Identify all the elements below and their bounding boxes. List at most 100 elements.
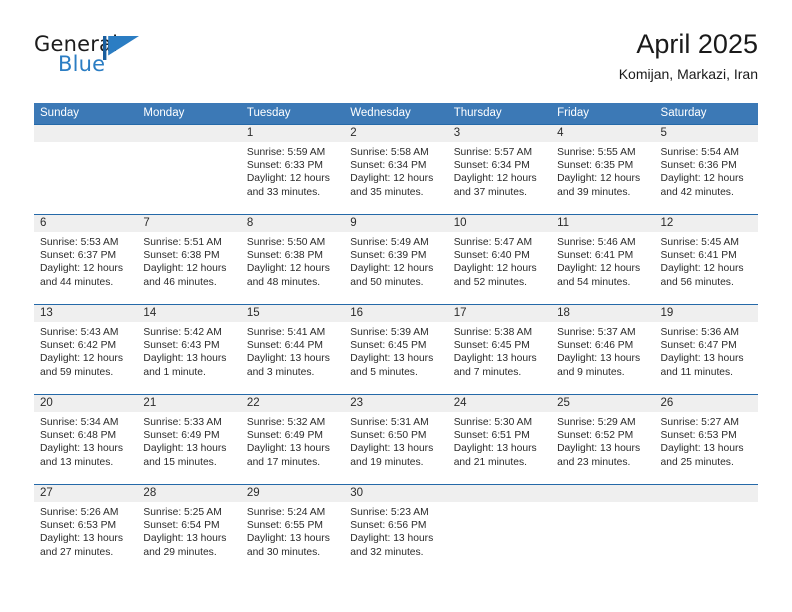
sunset-text: Sunset: 6:53 PM — [660, 430, 737, 442]
day-number[interactable]: 8 — [241, 215, 344, 232]
day-number[interactable]: 3 — [448, 125, 551, 142]
day-cell[interactable]: Sunrise: 5:39 AM Sunset: 6:45 PM Dayligh… — [344, 322, 447, 394]
day-cell[interactable]: Sunrise: 5:23 AM Sunset: 6:56 PM Dayligh… — [344, 502, 447, 574]
day-number[interactable]: 11 — [551, 215, 654, 232]
dow-header-tuesday: Tuesday — [246, 107, 291, 119]
day-number[interactable]: 16 — [344, 305, 447, 322]
day-number[interactable]: 20 — [34, 395, 137, 412]
day-number[interactable]: 19 — [655, 305, 758, 322]
day-cell[interactable]: Sunrise: 5:34 AM Sunset: 6:48 PM Dayligh… — [34, 412, 137, 484]
sunrise-text: Sunrise: 5:37 AM — [557, 327, 636, 338]
day-cell[interactable] — [448, 502, 551, 574]
day-cell[interactable]: Sunrise: 5:57 AM Sunset: 6:34 PM Dayligh… — [448, 142, 551, 214]
day-number[interactable]: 28 — [137, 485, 240, 502]
day-number[interactable]: 22 — [241, 395, 344, 412]
day-cell[interactable]: Sunrise: 5:41 AM Sunset: 6:44 PM Dayligh… — [241, 322, 344, 394]
daylight-text-line1: Daylight: 13 hours — [143, 533, 227, 545]
day-cell[interactable]: Sunrise: 5:25 AM Sunset: 6:54 PM Dayligh… — [137, 502, 240, 574]
day-number[interactable]: 9 — [344, 215, 447, 232]
day-number[interactable]: 1 — [241, 125, 344, 142]
day-cell[interactable]: Sunrise: 5:37 AM Sunset: 6:46 PM Dayligh… — [551, 322, 654, 394]
sunrise-text: Sunrise: 5:24 AM — [246, 507, 326, 518]
day-number[interactable] — [551, 485, 654, 502]
day-number[interactable]: 27 — [34, 485, 137, 502]
day-number[interactable]: 24 — [448, 395, 551, 412]
day-cell[interactable]: Sunrise: 5:31 AM Sunset: 6:50 PM Dayligh… — [344, 412, 447, 484]
day-number[interactable] — [34, 125, 137, 142]
day-of-week-header-row: Sunday Monday Tuesday Wednesday Thursday… — [34, 103, 758, 124]
sunrise-text: Sunrise: 5:34 AM — [40, 417, 119, 428]
day-cell[interactable]: Sunrise: 5:26 AM Sunset: 6:53 PM Dayligh… — [34, 502, 137, 574]
day-cell[interactable] — [137, 142, 240, 214]
day-number[interactable]: 14 — [137, 305, 240, 322]
day-number[interactable]: 13 — [34, 305, 137, 322]
day-number[interactable] — [655, 485, 758, 502]
sunset-text: Sunset: 6:54 PM — [143, 520, 220, 532]
day-number[interactable]: 23 — [344, 395, 447, 412]
day-cell[interactable]: Sunrise: 5:58 AM Sunset: 6:34 PM Dayligh… — [344, 142, 447, 214]
day-number[interactable]: 26 — [655, 395, 758, 412]
day-number[interactable]: 5 — [655, 125, 758, 142]
day-cell[interactable]: Sunrise: 5:43 AM Sunset: 6:42 PM Dayligh… — [34, 322, 137, 394]
day-cell[interactable]: Sunrise: 5:59 AM Sunset: 6:33 PM Dayligh… — [241, 142, 344, 214]
brand-logo[interactable]: General Blue — [34, 32, 214, 82]
day-cell[interactable] — [655, 502, 758, 574]
day-number[interactable]: 25 — [551, 395, 654, 412]
day-cell[interactable]: Sunrise: 5:33 AM Sunset: 6:49 PM Dayligh… — [137, 412, 240, 484]
daylight-text-line2: and 19 minutes. — [350, 456, 424, 468]
day-cell[interactable]: Sunrise: 5:27 AM Sunset: 6:53 PM Dayligh… — [655, 412, 758, 484]
day-number[interactable]: 12 — [655, 215, 758, 232]
day-number[interactable]: 30 — [344, 485, 447, 502]
daylight-text-line1: Daylight: 13 hours — [453, 353, 537, 365]
day-number[interactable] — [448, 485, 551, 502]
sunrise-text: Sunrise: 5:57 AM — [453, 147, 533, 158]
day-cell[interactable]: Sunrise: 5:42 AM Sunset: 6:43 PM Dayligh… — [137, 322, 240, 394]
daylight-text-line2: and 7 minutes. — [453, 366, 522, 378]
day-cell[interactable]: Sunrise: 5:47 AM Sunset: 6:40 PM Dayligh… — [448, 232, 551, 304]
day-cell[interactable]: Sunrise: 5:36 AM Sunset: 6:47 PM Dayligh… — [655, 322, 758, 394]
day-cell[interactable]: Sunrise: 5:24 AM Sunset: 6:55 PM Dayligh… — [241, 502, 344, 574]
day-cell[interactable]: Sunrise: 5:38 AM Sunset: 6:45 PM Dayligh… — [448, 322, 551, 394]
day-cell[interactable]: Sunrise: 5:50 AM Sunset: 6:38 PM Dayligh… — [241, 232, 344, 304]
day-number[interactable]: 21 — [137, 395, 240, 412]
day-number[interactable]: 15 — [241, 305, 344, 322]
sunrise-text: Sunrise: 5:26 AM — [40, 507, 119, 518]
day-cell[interactable]: Sunrise: 5:29 AM Sunset: 6:52 PM Dayligh… — [551, 412, 654, 484]
sunset-text: Sunset: 6:42 PM — [40, 340, 117, 352]
day-number[interactable]: 7 — [137, 215, 240, 232]
day-number[interactable] — [137, 125, 240, 142]
day-number[interactable]: 6 — [34, 215, 137, 232]
day-number[interactable]: 10 — [448, 215, 551, 232]
day-number[interactable]: 29 — [241, 485, 344, 502]
sunset-text: Sunset: 6:56 PM — [350, 520, 427, 532]
sunrise-text: Sunrise: 5:30 AM — [453, 417, 533, 428]
daylight-text-line1: Daylight: 12 hours — [40, 263, 123, 275]
day-number[interactable]: 18 — [551, 305, 654, 322]
day-cell[interactable]: Sunrise: 5:51 AM Sunset: 6:38 PM Dayligh… — [137, 232, 240, 304]
day-number[interactable]: 2 — [344, 125, 447, 142]
daylight-text-line1: Daylight: 13 hours — [557, 443, 641, 455]
day-cell[interactable]: Sunrise: 5:54 AM Sunset: 6:36 PM Dayligh… — [655, 142, 758, 214]
day-cell[interactable] — [34, 142, 137, 214]
sunset-text: Sunset: 6:39 PM — [350, 250, 427, 262]
day-cell[interactable] — [551, 502, 654, 574]
dow-header-sunday: Sunday — [40, 107, 80, 119]
day-cell[interactable]: Sunrise: 5:30 AM Sunset: 6:51 PM Dayligh… — [448, 412, 551, 484]
day-cell[interactable]: Sunrise: 5:49 AM Sunset: 6:39 PM Dayligh… — [344, 232, 447, 304]
daylight-text-line1: Daylight: 13 hours — [350, 533, 434, 545]
daylight-text-line2: and 11 minutes. — [660, 366, 734, 378]
day-cell[interactable]: Sunrise: 5:45 AM Sunset: 6:41 PM Dayligh… — [655, 232, 758, 304]
sunset-text: Sunset: 6:33 PM — [246, 160, 323, 172]
daylight-text-line2: and 32 minutes. — [350, 546, 424, 558]
day-number[interactable]: 4 — [551, 125, 654, 142]
daylight-text-line1: Daylight: 12 hours — [143, 263, 227, 275]
daylight-text-line2: and 59 minutes. — [40, 366, 114, 378]
day-cell[interactable]: Sunrise: 5:32 AM Sunset: 6:49 PM Dayligh… — [241, 412, 344, 484]
daylight-text-line2: and 35 minutes. — [350, 186, 424, 198]
daylight-text-line2: and 1 minute. — [143, 366, 206, 378]
day-cell[interactable]: Sunrise: 5:55 AM Sunset: 6:35 PM Dayligh… — [551, 142, 654, 214]
day-number[interactable]: 17 — [448, 305, 551, 322]
day-cell[interactable]: Sunrise: 5:53 AM Sunset: 6:37 PM Dayligh… — [34, 232, 137, 304]
daylight-text-line2: and 39 minutes. — [557, 186, 631, 198]
day-cell[interactable]: Sunrise: 5:46 AM Sunset: 6:41 PM Dayligh… — [551, 232, 654, 304]
